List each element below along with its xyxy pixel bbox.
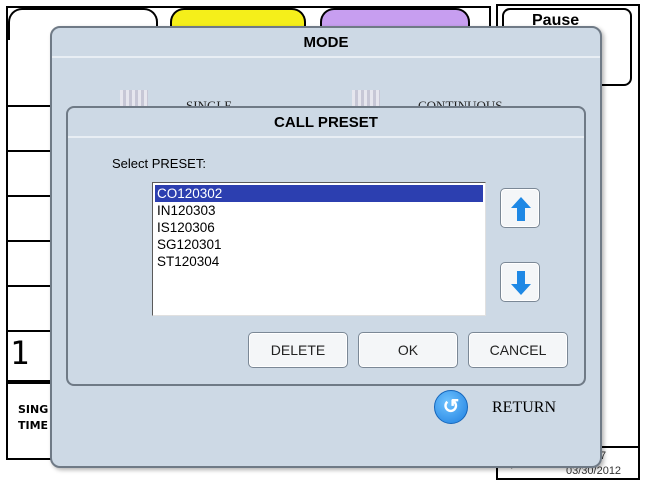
select-preset-label: Select PRESET: — [112, 156, 206, 171]
preset-list-item[interactable]: ST120304 — [155, 253, 483, 270]
preset-list[interactable]: CO120302 IN120303 IS120306 SG120301 ST12… — [152, 182, 486, 316]
ok-button[interactable]: OK — [358, 332, 458, 368]
return-icon: ↺ — [442, 396, 460, 418]
delete-button[interactable]: DELETE — [248, 332, 348, 368]
channel-digit: 1 — [10, 334, 30, 372]
cancel-button[interactable]: CANCEL — [468, 332, 568, 368]
preset-list-item[interactable]: CO120302 — [155, 185, 483, 202]
move-up-button[interactable] — [500, 188, 540, 228]
preset-list-item[interactable]: IS120306 — [155, 219, 483, 236]
return-label[interactable]: RETURN — [492, 399, 556, 417]
bottom-line-1: SING — [18, 403, 49, 416]
preset-list-item[interactable]: IN120303 — [155, 202, 483, 219]
mode-dialog-title: MODE — [52, 28, 600, 58]
continuous-mode-icon[interactable] — [352, 90, 380, 106]
arrow-up-icon — [511, 197, 531, 221]
call-preset-dialog: CALL PRESET Select PRESET: CO120302 IN12… — [66, 106, 586, 386]
single-mode-icon[interactable] — [120, 90, 148, 106]
preset-list-item[interactable]: SG120301 — [155, 236, 483, 253]
bottom-line-2: TIME — [18, 419, 49, 432]
return-button[interactable]: ↺ — [434, 390, 468, 424]
call-preset-title: CALL PRESET — [68, 108, 584, 138]
arrow-down-icon — [511, 271, 531, 295]
move-down-button[interactable] — [500, 262, 540, 302]
bottom-info-text: SING TIME — [18, 402, 48, 434]
